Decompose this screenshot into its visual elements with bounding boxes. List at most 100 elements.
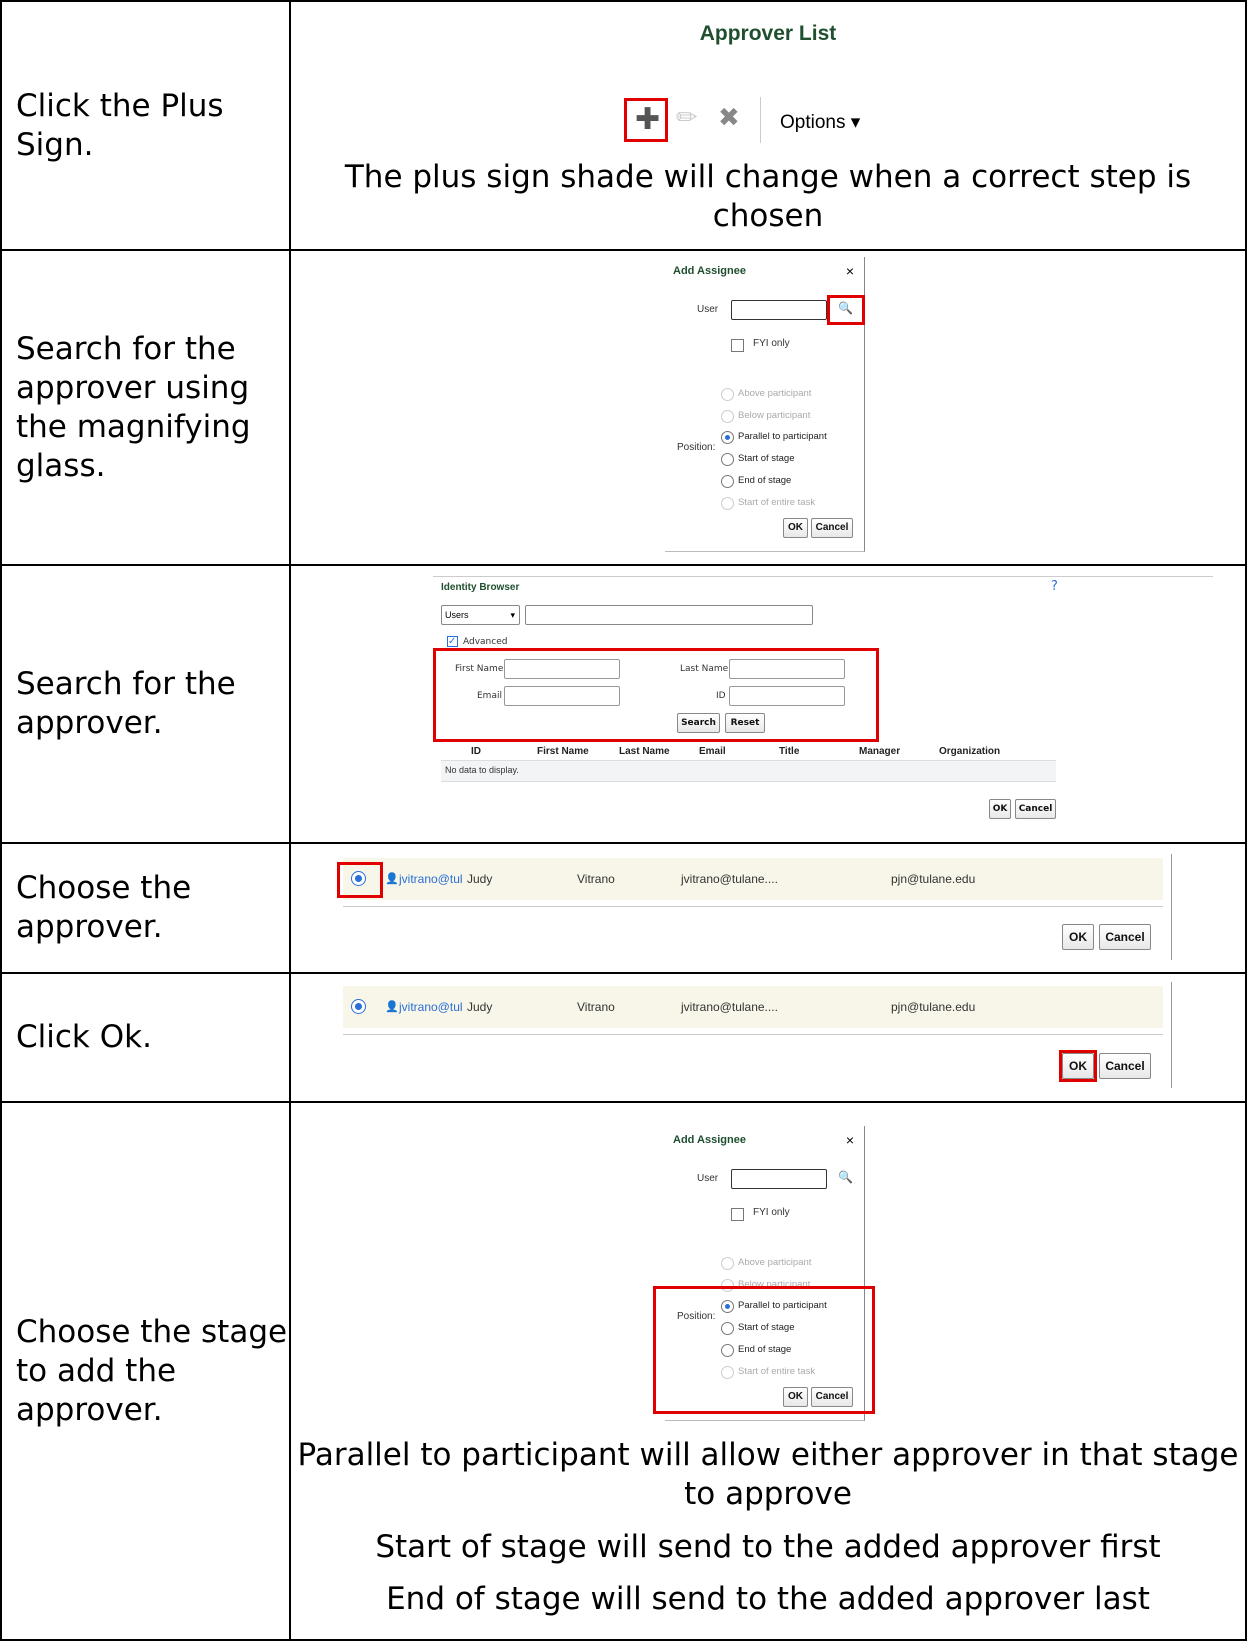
options-menu[interactable]: Options ▾ xyxy=(780,111,860,134)
search-input[interactable] xyxy=(525,605,813,625)
opt-end-stage: End of stage xyxy=(738,475,792,486)
close-icon[interactable]: × xyxy=(846,1132,854,1148)
highlight-box xyxy=(653,1286,875,1414)
advanced-checkbox[interactable]: ✓ xyxy=(447,636,458,647)
help-icon[interactable]: ? xyxy=(1051,579,1058,594)
result-manager: pjn@tulane.edu xyxy=(891,872,976,886)
result-email: jvitrano@tulane.... xyxy=(681,1000,778,1014)
radio-parallel[interactable] xyxy=(721,431,734,444)
step-4-visual: 👤 jvitrano@tul Judy Vitrano jvitrano@tul… xyxy=(289,842,1247,974)
fyi-checkbox[interactable] xyxy=(731,339,744,352)
col-first-name[interactable]: First Name xyxy=(537,746,589,757)
step-6-instruction: Choose the stage to add the approver. xyxy=(0,1101,291,1641)
user-input[interactable] xyxy=(731,1169,827,1189)
result-row[interactable]: 👤 jvitrano@tul Judy Vitrano jvitrano@tul… xyxy=(343,986,1163,1028)
divider xyxy=(343,906,1163,907)
last-name-field[interactable] xyxy=(729,659,845,679)
empty-results-row: No data to display. xyxy=(441,760,1056,782)
plus-caption: The plus sign shade will change when a c… xyxy=(344,159,1192,234)
pencil-icon[interactable]: ✏ xyxy=(676,103,698,133)
radio-below xyxy=(721,410,734,423)
approver-list-title: Approver List xyxy=(699,22,837,45)
id-label: ID xyxy=(716,691,726,701)
select-radio[interactable] xyxy=(351,999,366,1014)
ok-button[interactable]: OK xyxy=(1062,924,1094,950)
advanced-label: Advanced xyxy=(463,637,508,647)
step-2-instruction: Search for the approver using the magnif… xyxy=(0,249,291,566)
cancel-button[interactable]: Cancel xyxy=(811,518,853,538)
step-1-instruction: Click the Plus Sign. xyxy=(0,0,291,251)
fyi-label: FYI only xyxy=(753,1207,790,1218)
step-4-instruction: Choose the approver. xyxy=(0,842,291,974)
col-organization[interactable]: Organization xyxy=(939,746,1000,757)
cancel-button[interactable]: Cancel xyxy=(1099,924,1151,950)
opt-parallel: Parallel to participant xyxy=(738,431,827,442)
col-title[interactable]: Title xyxy=(779,746,799,757)
close-icon[interactable]: × xyxy=(846,263,854,279)
chevron-down-icon: ▾ xyxy=(510,610,515,620)
step-1-visual: Approver List ✚ ✏ ✖ Options ▾ The plus s… xyxy=(289,0,1247,251)
empty-text: No data to display. xyxy=(445,765,519,775)
col-email[interactable]: Email xyxy=(699,746,726,757)
search-button[interactable]: Search xyxy=(677,713,720,733)
step-3-instruction: Search for the approver. xyxy=(0,564,291,844)
result-first-name: Judy xyxy=(467,1000,493,1014)
result-id[interactable]: jvitrano@tul xyxy=(399,1000,463,1014)
last-name-label: Last Name xyxy=(680,664,729,674)
result-manager: pjn@tulane.edu xyxy=(891,1000,976,1014)
plus-icon[interactable]: ✚ xyxy=(635,102,660,137)
id-field[interactable] xyxy=(729,686,845,706)
delete-x-icon[interactable]: ✖ xyxy=(718,103,740,133)
radio-start-task xyxy=(721,497,734,510)
radio-start-stage[interactable] xyxy=(721,453,734,466)
instruction-table: Click the Plus Sign. Approver List ✚ ✏ ✖… xyxy=(0,0,1247,1641)
step-5-visual: 👤 jvitrano@tul Judy Vitrano jvitrano@tul… xyxy=(289,972,1247,1103)
stage-note-end: End of stage will send to the added appr… xyxy=(386,1581,1150,1617)
toolbar-divider xyxy=(760,97,761,143)
result-last-name: Vitrano xyxy=(577,1000,615,1014)
ok-button[interactable]: OK xyxy=(1062,1053,1094,1079)
divider xyxy=(1171,982,1172,1088)
search-icon[interactable]: 🔍 xyxy=(838,1170,853,1184)
col-id[interactable]: ID xyxy=(471,746,481,757)
col-last-name[interactable]: Last Name xyxy=(619,746,670,757)
fyi-checkbox[interactable] xyxy=(731,1208,744,1221)
dialog-title: Add Assignee xyxy=(673,1134,746,1146)
first-name-field[interactable] xyxy=(504,659,620,679)
opt-above: Above participant xyxy=(738,1257,812,1268)
cancel-button[interactable]: Cancel xyxy=(1015,799,1056,819)
opt-start-stage: Start of stage xyxy=(738,453,795,464)
stage-note-parallel: Parallel to participant will allow eithe… xyxy=(297,1437,1239,1512)
opt-start-task: Start of entire task xyxy=(738,497,816,508)
step-3-visual: Identity Browser ? Users ▾ ✓ Advanced Fi… xyxy=(289,564,1247,844)
user-input[interactable] xyxy=(731,300,827,320)
ok-button[interactable]: OK xyxy=(989,799,1011,819)
opt-below: Below participant xyxy=(738,410,811,421)
browser-top-rule xyxy=(433,576,1213,577)
result-row[interactable]: 👤 jvitrano@tul Judy Vitrano jvitrano@tul… xyxy=(343,858,1163,900)
opt-above: Above participant xyxy=(738,388,812,399)
radio-above xyxy=(721,1257,734,1270)
user-label: User xyxy=(697,1173,719,1184)
result-id[interactable]: jvitrano@tul xyxy=(399,872,463,886)
cancel-button[interactable]: Cancel xyxy=(1099,1053,1151,1079)
result-last-name: Vitrano xyxy=(577,872,615,886)
search-icon[interactable]: 🔍 xyxy=(838,301,853,315)
col-manager[interactable]: Manager xyxy=(859,746,900,757)
type-select[interactable]: Users ▾ xyxy=(441,605,520,625)
add-assignee-dialog: Add Assignee × User 🔍 FYI only Above par… xyxy=(665,257,865,552)
step-6-visual: Add Assignee × User 🔍 FYI only Above par… xyxy=(289,1101,1247,1641)
divider xyxy=(1171,854,1172,960)
user-icon: 👤 xyxy=(385,873,399,885)
radio-above xyxy=(721,388,734,401)
reset-button[interactable]: Reset xyxy=(725,713,765,733)
divider xyxy=(343,1034,1163,1035)
identity-browser-title: Identity Browser xyxy=(441,582,520,593)
email-field[interactable] xyxy=(504,686,620,706)
radio-end-stage[interactable] xyxy=(721,475,734,488)
step-5-instruction: Click Ok. xyxy=(0,972,291,1103)
email-label: Email xyxy=(477,691,502,701)
ok-button[interactable]: OK xyxy=(783,518,808,538)
user-icon: 👤 xyxy=(385,1001,399,1013)
fyi-label: FYI only xyxy=(753,338,790,349)
